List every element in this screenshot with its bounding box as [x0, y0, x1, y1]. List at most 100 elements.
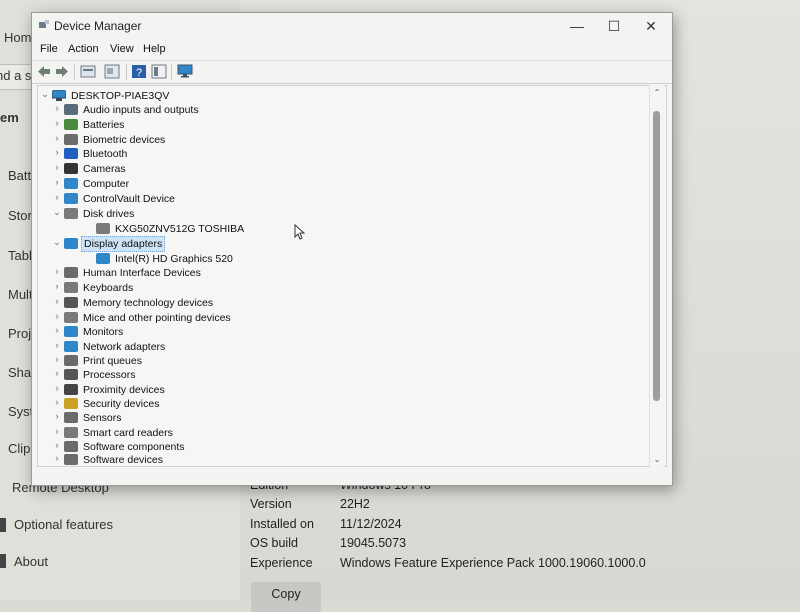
collapse-arrow-icon[interactable]: ⌄ — [40, 89, 50, 100]
tree-item-label: Biometric devices — [83, 134, 166, 146]
expand-arrow-icon[interactable]: › — [52, 368, 62, 378]
tree-item-label: Cameras — [83, 163, 126, 175]
minimize-button[interactable]: — — [562, 16, 592, 36]
menu-view[interactable]: View — [110, 43, 134, 55]
expand-arrow-icon[interactable]: › — [52, 103, 62, 113]
expand-arrow-icon[interactable]: › — [52, 311, 62, 321]
expand-arrow-icon[interactable]: › — [52, 296, 62, 306]
expand-arrow-icon[interactable]: › — [52, 340, 62, 350]
spec-value: 22H2 — [340, 497, 370, 511]
properties2-icon[interactable] — [151, 64, 167, 79]
forward-icon[interactable] — [54, 64, 70, 79]
tree-item-label: Computer — [83, 178, 130, 190]
menu-file[interactable]: File — [40, 43, 58, 55]
biometric-icon — [64, 134, 78, 145]
tree-item-label: Print queues — [83, 355, 142, 367]
scroll-down-arrow-icon[interactable]: ⌄ — [650, 454, 664, 466]
device-manager-icon — [39, 20, 49, 28]
display-icon — [64, 238, 78, 249]
tree-item-label: Disk drives — [83, 208, 135, 220]
proximity-icon — [64, 384, 78, 395]
memory-icon — [64, 297, 78, 308]
scroll-up-arrow-icon[interactable]: ⌃ — [650, 87, 664, 99]
device-tree[interactable]: ⌄ DESKTOP-PIAE3QV › Audio inputs and outp… — [37, 85, 667, 467]
back-icon[interactable] — [36, 64, 52, 79]
computer-icon — [52, 90, 66, 101]
spec-value: 19045.5073 — [340, 536, 407, 550]
expand-arrow-icon[interactable]: › — [52, 192, 62, 202]
printer-icon — [64, 355, 78, 366]
expand-arrow-icon[interactable]: › — [52, 354, 62, 364]
disk-icon — [96, 223, 110, 234]
expand-arrow-icon[interactable]: › — [52, 383, 62, 393]
expand-arrow-icon[interactable]: › — [52, 266, 62, 276]
expand-arrow-icon[interactable]: › — [52, 453, 62, 463]
expand-arrow-icon[interactable]: › — [52, 440, 62, 450]
vertical-scrollbar[interactable]: ⌃ ⌄ — [649, 85, 664, 468]
expand-arrow-icon[interactable]: › — [52, 411, 62, 421]
tree-item-label: Proximity devices — [83, 384, 165, 396]
expand-arrow-icon[interactable]: › — [52, 133, 62, 143]
expand-arrow-icon[interactable]: › — [52, 325, 62, 335]
monitor-icon[interactable] — [177, 64, 193, 79]
menu-help[interactable]: Help — [143, 43, 166, 55]
sensor-icon — [64, 412, 78, 423]
expand-arrow-icon[interactable]: › — [52, 147, 62, 157]
mouse-icon — [64, 312, 78, 323]
spec-value: Windows Feature Experience Pack 1000.190… — [340, 556, 646, 570]
menu-action[interactable]: Action — [68, 43, 99, 55]
tree-item-label: Security devices — [83, 398, 160, 410]
tree-item-label: Software components — [83, 441, 185, 453]
battery-icon — [64, 119, 78, 130]
spec-value: 11/12/2024 — [340, 517, 402, 531]
monitor-icon — [64, 326, 78, 337]
toolbar-separator — [126, 64, 127, 80]
toolbar-separator — [171, 64, 172, 80]
tree-item-label: Mice and other pointing devices — [83, 312, 231, 324]
show-hide-icon[interactable] — [104, 64, 120, 79]
sidebar-heading-fragment: em — [0, 110, 19, 125]
copy-button[interactable]: Copy — [251, 582, 321, 612]
window-title: Device Manager — [54, 19, 142, 33]
optional-features-icon — [0, 518, 6, 532]
expand-arrow-icon[interactable]: › — [52, 177, 62, 187]
tree-item-label: Human Interface Devices — [83, 267, 201, 279]
tree-item-label: Software devices — [83, 454, 163, 466]
close-button[interactable]: ✕ — [636, 16, 666, 36]
tree-item-label: KXG50ZNV512G TOSHIBA — [115, 223, 245, 235]
tree-item-label: Batteries — [83, 119, 125, 131]
maximize-button[interactable]: ☐ — [599, 16, 629, 36]
home-link-fragment[interactable]: Hom — [4, 30, 31, 45]
collapse-arrow-icon[interactable]: ⌄ — [52, 207, 62, 218]
bluetooth-icon — [64, 148, 78, 159]
expand-arrow-icon[interactable]: › — [52, 162, 62, 172]
spec-label: Experience — [250, 556, 313, 570]
tree-item-label: Memory technology devices — [83, 297, 214, 309]
tree-item-label: Keyboards — [83, 282, 134, 294]
sidebar-item-optional-features[interactable]: Optional features — [14, 517, 113, 532]
expand-arrow-icon[interactable]: › — [52, 281, 62, 291]
tree-item-label: Bluetooth — [83, 148, 128, 160]
help-icon[interactable]: ? — [131, 64, 147, 79]
camera-icon — [64, 163, 78, 174]
expand-arrow-icon[interactable]: › — [52, 397, 62, 407]
scroll-thumb[interactable] — [653, 111, 660, 401]
disk-icon — [64, 208, 78, 219]
title-bar[interactable]: Device Manager — ☐ ✕ — [32, 13, 672, 39]
about-icon — [0, 554, 6, 568]
smartcard-icon — [64, 427, 78, 438]
tree-item-label: Audio inputs and outputs — [83, 104, 199, 116]
properties-icon[interactable] — [80, 64, 96, 79]
controlvault-icon — [64, 193, 78, 204]
expand-arrow-icon[interactable]: › — [52, 426, 62, 436]
tree-root-label: DESKTOP-PIAE3QV — [71, 90, 170, 102]
processor-icon — [64, 369, 78, 380]
tree-item-label: Display adapters — [81, 236, 166, 252]
display-icon — [96, 253, 110, 264]
collapse-arrow-icon[interactable]: ⌄ — [52, 237, 62, 248]
device-manager-window: Device Manager — ☐ ✕ File Action View He… — [31, 12, 673, 486]
expand-arrow-icon[interactable]: › — [52, 118, 62, 128]
tree-item-label: Network adapters — [83, 341, 166, 353]
tree-item-label: Smart card readers — [83, 427, 173, 439]
sidebar-item-about[interactable]: About — [14, 554, 48, 569]
